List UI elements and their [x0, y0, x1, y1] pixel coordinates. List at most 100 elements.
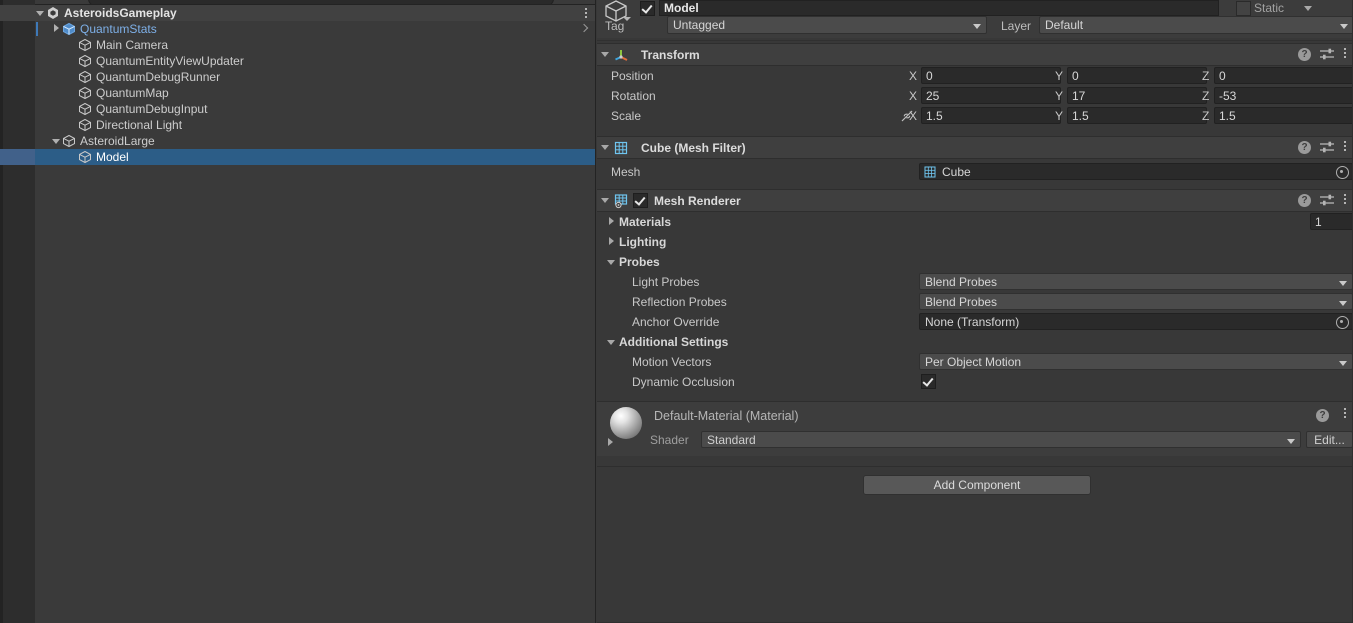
tag-dropdown[interactable]: Untagged [667, 16, 987, 34]
gameobject-cube-icon [78, 38, 92, 52]
hierarchy-tree: AsteroidsGameplay QuantumStats Main Camera… [0, 5, 596, 165]
preset-settings-icon[interactable] [1320, 194, 1334, 207]
gameobject-cube-icon [78, 118, 92, 132]
mesh-filter-header-icons: ? [1298, 137, 1347, 158]
static-checkbox[interactable] [1236, 1, 1251, 16]
mesh-renderer-enabled-checkbox[interactable] [633, 193, 648, 208]
hierarchy-item-label: QuantumStats [80, 22, 157, 36]
help-icon[interactable]: ? [1298, 48, 1311, 61]
unity-editor-window: AsteroidsGameplay QuantumStats Main Camera… [0, 0, 1353, 623]
transform-title: Transform [641, 47, 700, 62]
anchor-override-object-field[interactable]: None (Transform) [919, 313, 1353, 330]
rotation-y-field[interactable]: 17 [1067, 87, 1207, 104]
mesh-filter-component: Cube (Mesh Filter) ? Mesh Cube [597, 136, 1353, 183]
shader-edit-button[interactable]: Edit... [1306, 431, 1353, 448]
hierarchy-item-main-camera[interactable]: Main Camera [0, 37, 596, 53]
indent-spacer [0, 133, 51, 149]
probes-row[interactable]: Probes [597, 252, 1353, 272]
material-foldout-icon[interactable] [605, 435, 617, 449]
motion-vectors-label: Motion Vectors [632, 355, 712, 369]
hierarchy-item-quantumentityviewupdater[interactable]: QuantumEntityViewUpdater [0, 53, 596, 69]
foldout-down-icon[interactable] [51, 133, 62, 149]
light-probes-dropdown[interactable]: Blend Probes [919, 273, 1353, 290]
hierarchy-item-asteroidsgameplay[interactable]: AsteroidsGameplay [0, 5, 596, 21]
object-picker-icon[interactable] [1336, 166, 1349, 179]
lighting-row[interactable]: Lighting [597, 232, 1353, 252]
materials-foldout-icon[interactable] [606, 212, 618, 232]
kebab-menu-icon[interactable] [1343, 47, 1347, 62]
scale-label: Scale [611, 109, 642, 123]
hierarchy-item-quantummap[interactable]: QuantumMap [0, 85, 596, 101]
indent-spacer [0, 117, 67, 133]
transform-component-header[interactable]: Transform ? [597, 43, 1353, 66]
help-icon[interactable]: ? [1298, 141, 1311, 154]
help-icon[interactable]: ? [1298, 194, 1311, 207]
mesh-filter-component-header[interactable]: Cube (Mesh Filter) ? [597, 136, 1353, 159]
hierarchy-item-label: Model [96, 150, 129, 164]
add-component-button[interactable]: Add Component [863, 475, 1091, 495]
help-icon[interactable]: ? [1316, 409, 1329, 422]
chevron-down-icon [973, 24, 981, 29]
hierarchy-item-quantumdebuginput[interactable]: QuantumDebugInput [0, 101, 596, 117]
scale-y-field[interactable]: 1.5 [1067, 107, 1207, 124]
hierarchy-item-directional-light[interactable]: Directional Light [0, 117, 596, 133]
transform-foldout-icon[interactable] [597, 44, 613, 65]
reflection-probes-dropdown[interactable]: Blend Probes [919, 293, 1353, 310]
prefab-cube-icon [62, 22, 76, 36]
gameobject-cube-icon [78, 86, 92, 100]
object-picker-icon[interactable] [1336, 316, 1349, 329]
materials-row[interactable]: Materials 1 [597, 212, 1353, 232]
scale-z-field[interactable]: 1.5 [1214, 107, 1353, 124]
static-dropdown-arrow[interactable] [1304, 6, 1312, 11]
scale-x-field[interactable]: 1.5 [921, 107, 1061, 124]
shader-dropdown[interactable]: Standard [701, 431, 1301, 448]
hierarchy-item-label: Main Camera [96, 38, 169, 52]
foldout-right-icon[interactable] [51, 21, 62, 37]
anchor-override-row: Anchor Override None (Transform) [597, 312, 1353, 332]
indent-spacer [0, 5, 35, 21]
chevron-right-icon[interactable] [578, 21, 590, 37]
axis-label-y: Y [1055, 89, 1064, 103]
kebab-menu-icon[interactable] [1343, 193, 1347, 208]
lighting-foldout-icon[interactable] [606, 232, 618, 252]
kebab-menu-icon[interactable] [1343, 408, 1347, 422]
mesh-value: Cube [942, 165, 971, 179]
additional-settings-row[interactable]: Additional Settings [597, 332, 1353, 352]
light-probes-row: Light Probes Blend Probes [597, 272, 1353, 292]
indent-spacer [0, 101, 67, 117]
chevron-down-icon [1339, 281, 1347, 286]
foldout-down-icon[interactable] [35, 5, 46, 21]
dynamic-occlusion-row: Dynamic Occlusion [597, 372, 1353, 392]
reflection-probes-row: Reflection Probes Blend Probes [597, 292, 1353, 312]
hierarchy-item-quantumstats[interactable]: QuantumStats [0, 21, 596, 37]
position-y-field[interactable]: 0 [1067, 67, 1207, 84]
mesh-object-field[interactable]: Cube [919, 163, 1353, 180]
hierarchy-panel: AsteroidsGameplay QuantumStats Main Camera… [0, 0, 596, 623]
mesh-filter-foldout-icon[interactable] [597, 137, 613, 158]
additional-settings-foldout-icon[interactable] [606, 332, 618, 352]
transform-row-position: Position X 0 Y 0 Z 0 [597, 66, 1353, 86]
layer-dropdown[interactable]: Default [1039, 16, 1353, 34]
preset-settings-icon[interactable] [1320, 48, 1334, 61]
probes-foldout-icon[interactable] [606, 252, 618, 272]
kebab-menu-icon[interactable] [1343, 140, 1347, 155]
materials-count-field[interactable]: 1 [1310, 213, 1353, 230]
position-z-field[interactable]: 0 [1214, 67, 1353, 84]
motion-vectors-dropdown[interactable]: Per Object Motion [919, 353, 1353, 370]
transform-rows: Position X 0 Y 0 Z 0 Rotation X 25 Y 17 Z -53 Scale X 1.… [597, 66, 1353, 126]
dynamic-occlusion-checkbox[interactable] [921, 374, 936, 389]
hierarchy-item-quantumdebugrunner[interactable]: QuantumDebugRunner [0, 69, 596, 85]
position-x-field[interactable]: 0 [921, 67, 1061, 84]
gameobject-enabled-checkbox[interactable] [640, 1, 655, 16]
rotation-x-field[interactable]: 25 [921, 87, 1061, 104]
preset-settings-icon[interactable] [1320, 141, 1334, 154]
kebab-menu-icon[interactable] [584, 6, 588, 20]
rotation-z-field[interactable]: -53 [1214, 87, 1353, 104]
hierarchy-item-model[interactable]: Model [0, 149, 596, 165]
hierarchy-item-asteroidlarge[interactable]: AsteroidLarge [0, 133, 596, 149]
gameobject-name-field[interactable]: Model [659, 0, 1219, 16]
prefab-marker [36, 22, 38, 36]
header-divider [597, 40, 1353, 41]
mesh-renderer-foldout-icon[interactable] [597, 190, 613, 211]
mesh-renderer-component-header[interactable]: Mesh Renderer ? [597, 189, 1353, 212]
